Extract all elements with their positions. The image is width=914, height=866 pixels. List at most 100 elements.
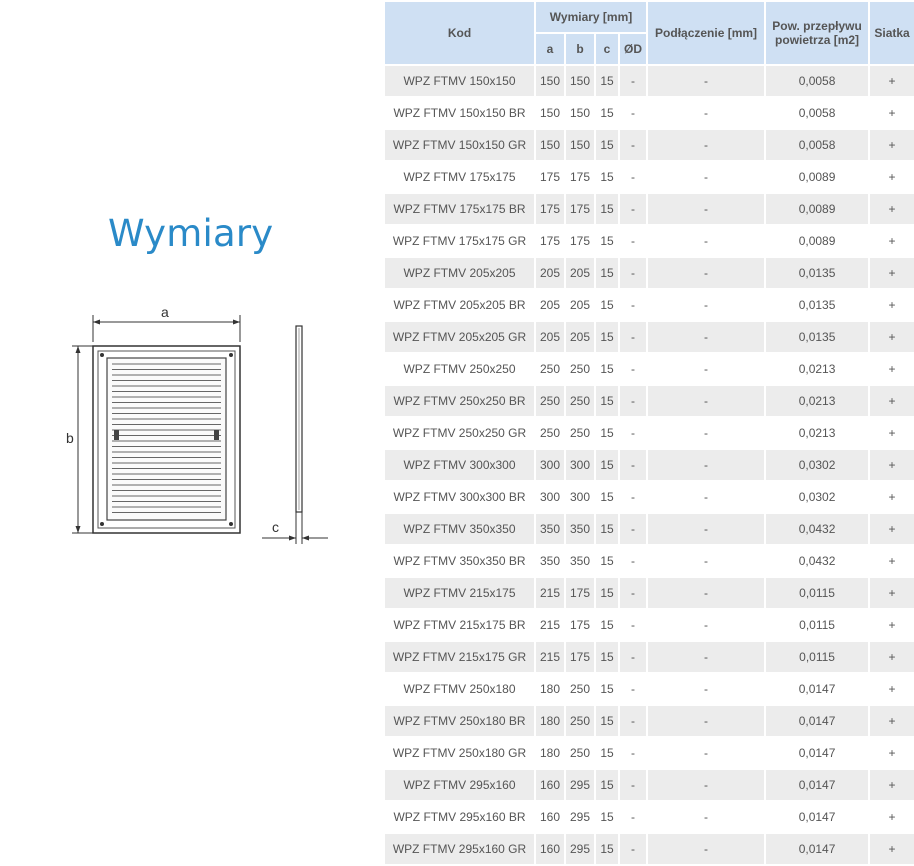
cell-podlaczenie: - — [648, 642, 765, 672]
cell-a: 250 — [536, 418, 564, 448]
cell-a: 350 — [536, 546, 564, 576]
cell-pow-przeplywu: 0,0115 — [766, 642, 869, 672]
cell-siatka: + — [870, 514, 914, 544]
cell-kod: WPZ FTMV 150x150 GR — [385, 130, 534, 160]
cell-a: 150 — [536, 130, 564, 160]
header-d: ØD — [620, 34, 647, 64]
cell-siatka: + — [870, 834, 914, 864]
cell-b: 205 — [566, 258, 594, 288]
spec-table-body: WPZ FTMV 150x150 150 150 15- -0,0058 + WPZ FTM… — [385, 66, 914, 864]
dimension-c-label: c — [272, 519, 279, 535]
cell-kod: WPZ FTMV 300x300 — [385, 450, 534, 480]
cell-pow-przeplywu: 0,0147 — [766, 738, 869, 768]
dimensions-panel: Wymiary a b c — [0, 0, 383, 861]
cell-c: 15 — [596, 162, 618, 192]
cell-siatka: + — [870, 674, 914, 704]
cell-d: - — [620, 450, 647, 480]
cell-d: - — [620, 610, 647, 640]
cell-d: - — [620, 514, 647, 544]
cell-c: 15 — [596, 642, 618, 672]
cell-podlaczenie: - — [648, 578, 765, 608]
cell-b: 150 — [566, 66, 594, 96]
cell-b: 250 — [566, 706, 594, 736]
table-row: WPZ FTMV 250x180 GR 180 250 15- -0,0147 + — [385, 738, 914, 768]
cell-b: 175 — [566, 578, 594, 608]
cell-b: 295 — [566, 834, 594, 864]
header-pow-przeplywu: Pow. przepływu powietrza [m2] — [766, 2, 869, 64]
header-siatka: Siatka — [870, 2, 914, 64]
table-row: WPZ FTMV 175x175 175 175 15- -0,0089 + — [385, 162, 914, 192]
cell-a: 160 — [536, 834, 564, 864]
cell-a: 160 — [536, 770, 564, 800]
cell-podlaczenie: - — [648, 450, 765, 480]
header-pow-line1: Pow. przepływu — [772, 19, 862, 33]
cell-a: 300 — [536, 482, 564, 512]
cell-podlaczenie: - — [648, 674, 765, 704]
cell-podlaczenie: - — [648, 386, 765, 416]
cell-a: 175 — [536, 194, 564, 224]
product-spec-table: Kod Wymiary [mm] Podłączenie [mm] Pow. p… — [383, 0, 914, 866]
cell-d: - — [620, 418, 647, 448]
cell-d: - — [620, 226, 647, 256]
cell-podlaczenie: - — [648, 258, 765, 288]
cell-d: - — [620, 322, 647, 352]
cell-podlaczenie: - — [648, 514, 765, 544]
cell-a: 300 — [536, 450, 564, 480]
cell-c: 15 — [596, 482, 618, 512]
table-row: WPZ FTMV 205x205 BR 205 205 15- -0,0135 + — [385, 290, 914, 320]
cell-b: 150 — [566, 130, 594, 160]
cell-b: 175 — [566, 194, 594, 224]
cell-podlaczenie: - — [648, 66, 765, 96]
cell-siatka: + — [870, 482, 914, 512]
cell-pow-przeplywu: 0,0135 — [766, 258, 869, 288]
cell-d: - — [620, 834, 647, 864]
cell-siatka: + — [870, 162, 914, 192]
cell-c: 15 — [596, 98, 618, 128]
cell-kod: WPZ FTMV 150x150 BR — [385, 98, 534, 128]
cell-a: 215 — [536, 610, 564, 640]
cell-d: - — [620, 770, 647, 800]
cell-kod: WPZ FTMV 350x350 BR — [385, 546, 534, 576]
cell-podlaczenie: - — [648, 482, 765, 512]
cell-a: 180 — [536, 706, 564, 736]
cell-siatka: + — [870, 290, 914, 320]
header-c: c — [596, 34, 618, 64]
table-row: WPZ FTMV 215x175 215 175 15- -0,0115 + — [385, 578, 914, 608]
cell-podlaczenie: - — [648, 770, 765, 800]
cell-a: 205 — [536, 290, 564, 320]
cell-a: 160 — [536, 802, 564, 832]
cell-podlaczenie: - — [648, 354, 765, 384]
table-row: WPZ FTMV 150x150 GR 150 150 15- -0,0058 + — [385, 130, 914, 160]
cell-d: - — [620, 290, 647, 320]
cell-pow-przeplywu: 0,0135 — [766, 322, 869, 352]
cell-c: 15 — [596, 674, 618, 704]
cell-a: 250 — [536, 354, 564, 384]
cell-c: 15 — [596, 770, 618, 800]
cell-c: 15 — [596, 706, 618, 736]
table-row: WPZ FTMV 175x175 BR 175 175 15- -0,0089 + — [385, 194, 914, 224]
table-row: WPZ FTMV 300x300 300 300 15- -0,0302 + — [385, 450, 914, 480]
cell-b: 175 — [566, 226, 594, 256]
cell-a: 150 — [536, 66, 564, 96]
cell-c: 15 — [596, 418, 618, 448]
cell-c: 15 — [596, 834, 618, 864]
cell-siatka: + — [870, 98, 914, 128]
cell-podlaczenie: - — [648, 738, 765, 768]
cell-siatka: + — [870, 194, 914, 224]
cell-a: 150 — [536, 98, 564, 128]
table-row: WPZ FTMV 250x250 BR 250 250 15- -0,0213 + — [385, 386, 914, 416]
cell-c: 15 — [596, 354, 618, 384]
cell-c: 15 — [596, 322, 618, 352]
cell-c: 15 — [596, 610, 618, 640]
cell-kod: WPZ FTMV 250x250 BR — [385, 386, 534, 416]
cell-d: - — [620, 738, 647, 768]
cell-c: 15 — [596, 578, 618, 608]
cell-a: 175 — [536, 226, 564, 256]
cell-podlaczenie: - — [648, 98, 765, 128]
cell-b: 175 — [566, 162, 594, 192]
cell-podlaczenie: - — [648, 322, 765, 352]
table-row: WPZ FTMV 250x180 180 250 15- -0,0147 + — [385, 674, 914, 704]
cell-c: 15 — [596, 226, 618, 256]
cell-pow-przeplywu: 0,0432 — [766, 546, 869, 576]
cell-c: 15 — [596, 514, 618, 544]
